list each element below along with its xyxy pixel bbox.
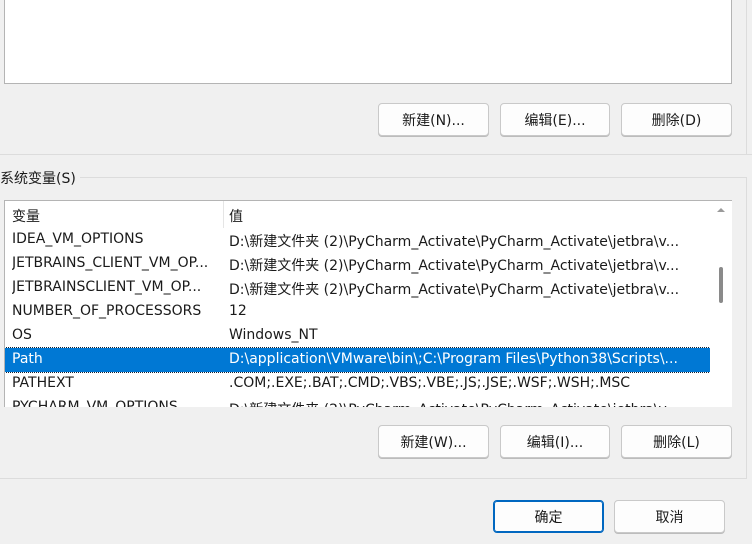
variable-name: Path xyxy=(12,351,43,367)
group-border-right xyxy=(746,0,747,155)
variable-value: 12 xyxy=(229,303,247,319)
variable-value: D:\新建文件夹 (2)\PyCharm_Activate\PyCharm_Ac… xyxy=(229,282,680,298)
variable-value: D:\新建文件夹 (2)\PyCharm_Activate\PyCharm_Ac… xyxy=(229,258,680,274)
group-separator xyxy=(0,154,752,155)
variable-value: .COM;.EXE;.BAT;.CMD;.VBS;.VBE;.JS;.JSE;.… xyxy=(229,375,631,391)
variable-value: D:\application\VMware\bin\;C:\Program Fi… xyxy=(229,351,678,367)
system-new-label: 新建(W)... xyxy=(400,434,467,451)
variable-name: IDEA_VM_OPTIONS xyxy=(12,231,144,247)
user-delete-label: 删除(D) xyxy=(651,112,702,129)
system-variables-table[interactable]: 变量 值 IDEA_VM_OPTIONS D:\新建文件夹 (2)\PyChar… xyxy=(4,200,732,407)
user-delete-button[interactable]: 删除(D) xyxy=(621,103,732,136)
scrollbar-thumb[interactable] xyxy=(719,267,723,303)
column-header-variable[interactable]: 变量 xyxy=(12,206,40,226)
variable-name: NUMBER_OF_PROCESSORS xyxy=(12,303,202,319)
variable-name: JETBRAINSCLIENT_VM_OP... xyxy=(12,279,202,295)
system-delete-button[interactable]: 删除(L) xyxy=(621,425,732,458)
scroll-up-arrow-icon[interactable] xyxy=(717,208,725,212)
vertical-scrollbar[interactable] xyxy=(710,201,732,407)
user-edit-label: 编辑(E)... xyxy=(524,112,586,129)
column-header-value[interactable]: 值 xyxy=(229,206,243,226)
variable-name: PATHEXT xyxy=(12,375,74,391)
table-header: 变量 值 xyxy=(5,201,709,228)
system-delete-label: 删除(L) xyxy=(653,434,700,451)
variable-value: Windows_NT xyxy=(229,327,318,343)
variable-name: PYCHARM_VM_OPTIONS xyxy=(12,399,178,407)
table-row[interactable]: PATHEXT .COM;.EXE;.BAT;.CMD;.VBS;.VBE;.J… xyxy=(5,372,710,396)
table-row[interactable]: PYCHARM_VM_OPTIONS D:\新建文件夹 (2)\PyCharm_… xyxy=(5,396,710,407)
table-row-selected[interactable]: Path D:\application\VMware\bin\;C:\Progr… xyxy=(5,347,711,373)
ok-button[interactable]: 确定 xyxy=(493,500,604,533)
table-row[interactable]: NUMBER_OF_PROCESSORS 12 xyxy=(5,300,710,324)
group-top-line xyxy=(80,177,746,178)
user-edit-button[interactable]: 编辑(E)... xyxy=(500,103,610,136)
ok-label: 确定 xyxy=(534,509,563,526)
cancel-label: 取消 xyxy=(655,509,684,526)
group-bottom-line xyxy=(0,478,747,479)
table-row[interactable]: IDEA_VM_OPTIONS D:\新建文件夹 (2)\PyCharm_Act… xyxy=(5,228,710,252)
user-new-label: 新建(N)... xyxy=(402,112,465,129)
system-new-button[interactable]: 新建(W)... xyxy=(378,425,489,458)
table-row[interactable]: OS Windows_NT xyxy=(5,324,710,348)
table-row[interactable]: JETBRAINSCLIENT_VM_OP... D:\新建文件夹 (2)\Py… xyxy=(5,276,710,300)
user-new-button[interactable]: 新建(N)... xyxy=(378,103,489,136)
variable-name: JETBRAINS_CLIENT_VM_OP... xyxy=(12,255,209,271)
system-edit-button[interactable]: 编辑(I)... xyxy=(500,425,610,458)
variable-name: OS xyxy=(12,327,32,343)
system-edit-label: 编辑(I)... xyxy=(526,434,584,451)
table-row[interactable]: JETBRAINS_CLIENT_VM_OP... D:\新建文件夹 (2)\P… xyxy=(5,252,710,276)
variable-value: D:\新建文件夹 (2)\PyCharm_Activate\PyCharm_Ac… xyxy=(229,399,703,407)
variable-value: D:\新建文件夹 (2)\PyCharm_Activate\PyCharm_Ac… xyxy=(229,234,680,250)
column-divider[interactable] xyxy=(223,201,224,228)
user-variables-list[interactable] xyxy=(4,0,732,84)
system-variables-label: 系统变量(S) xyxy=(0,171,76,187)
group-right-line xyxy=(746,177,747,479)
cancel-button[interactable]: 取消 xyxy=(614,500,725,533)
